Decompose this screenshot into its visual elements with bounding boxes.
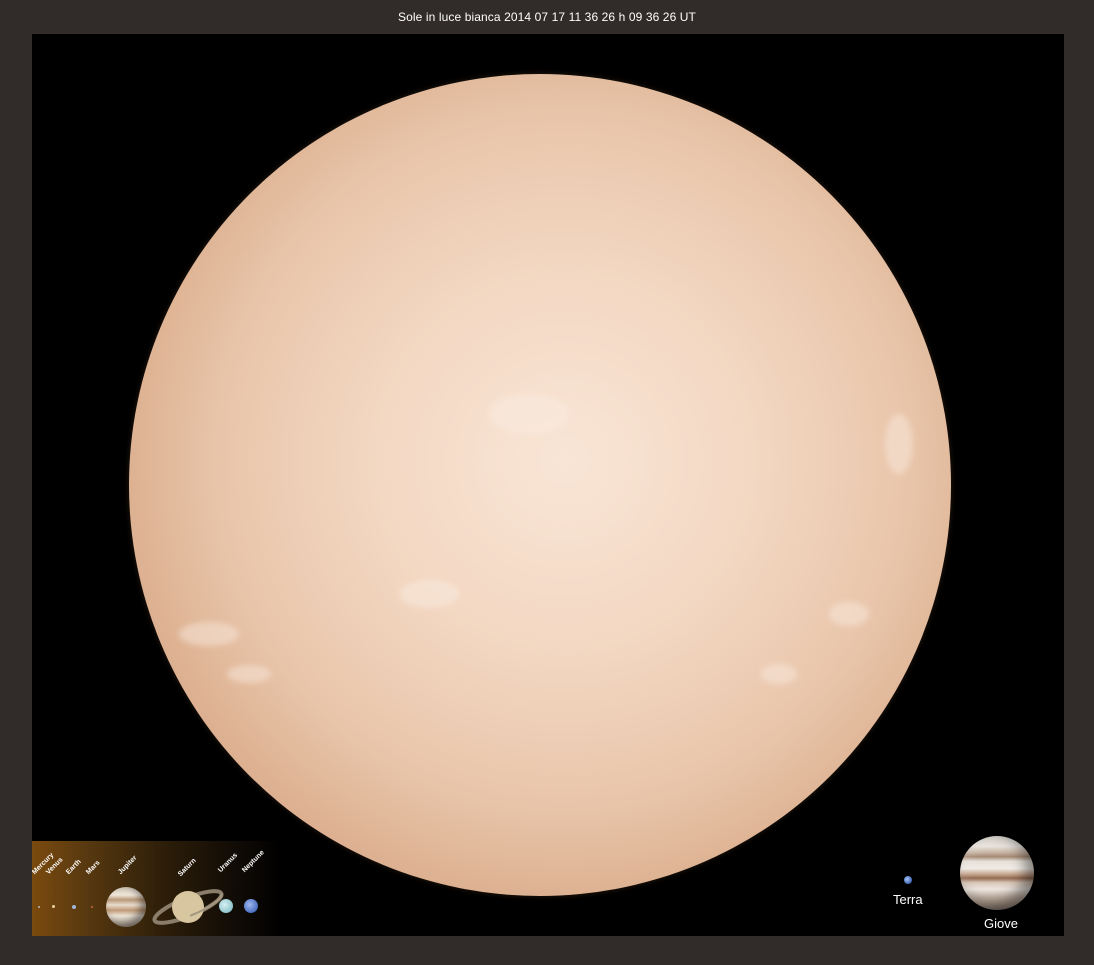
sun-faculae xyxy=(179,394,913,684)
earth-scale-icon xyxy=(904,876,912,884)
solar-image: Mercury Venus Earth Mars Jupiter Saturn … xyxy=(32,34,1064,936)
image-title: Sole in luce bianca 2014 07 17 11 36 26 … xyxy=(398,10,696,24)
uranus-icon xyxy=(219,899,233,913)
legend-label-earth: Earth xyxy=(65,858,83,876)
legend-label-neptune: Neptune xyxy=(241,849,266,874)
legend-label-jupiter: Jupiter xyxy=(117,854,139,876)
legend-label-saturn: Saturn xyxy=(177,857,198,878)
jupiter-icon xyxy=(106,887,146,927)
jupiter-scale-icon xyxy=(960,836,1034,910)
venus-icon xyxy=(52,905,55,908)
planet-size-legend: Mercury Venus Earth Mars Jupiter Saturn … xyxy=(32,841,282,936)
mercury-icon xyxy=(38,906,40,908)
jupiter-label: Giove xyxy=(984,916,1018,931)
sun-disk xyxy=(129,74,951,896)
earth-label: Terra xyxy=(893,892,923,907)
earth-icon xyxy=(72,905,76,909)
saturn-icon xyxy=(152,889,224,925)
legend-label-mars: Mars xyxy=(85,859,102,876)
legend-label-uranus: Uranus xyxy=(217,851,240,874)
neptune-icon xyxy=(244,899,258,913)
mars-icon xyxy=(91,906,93,908)
